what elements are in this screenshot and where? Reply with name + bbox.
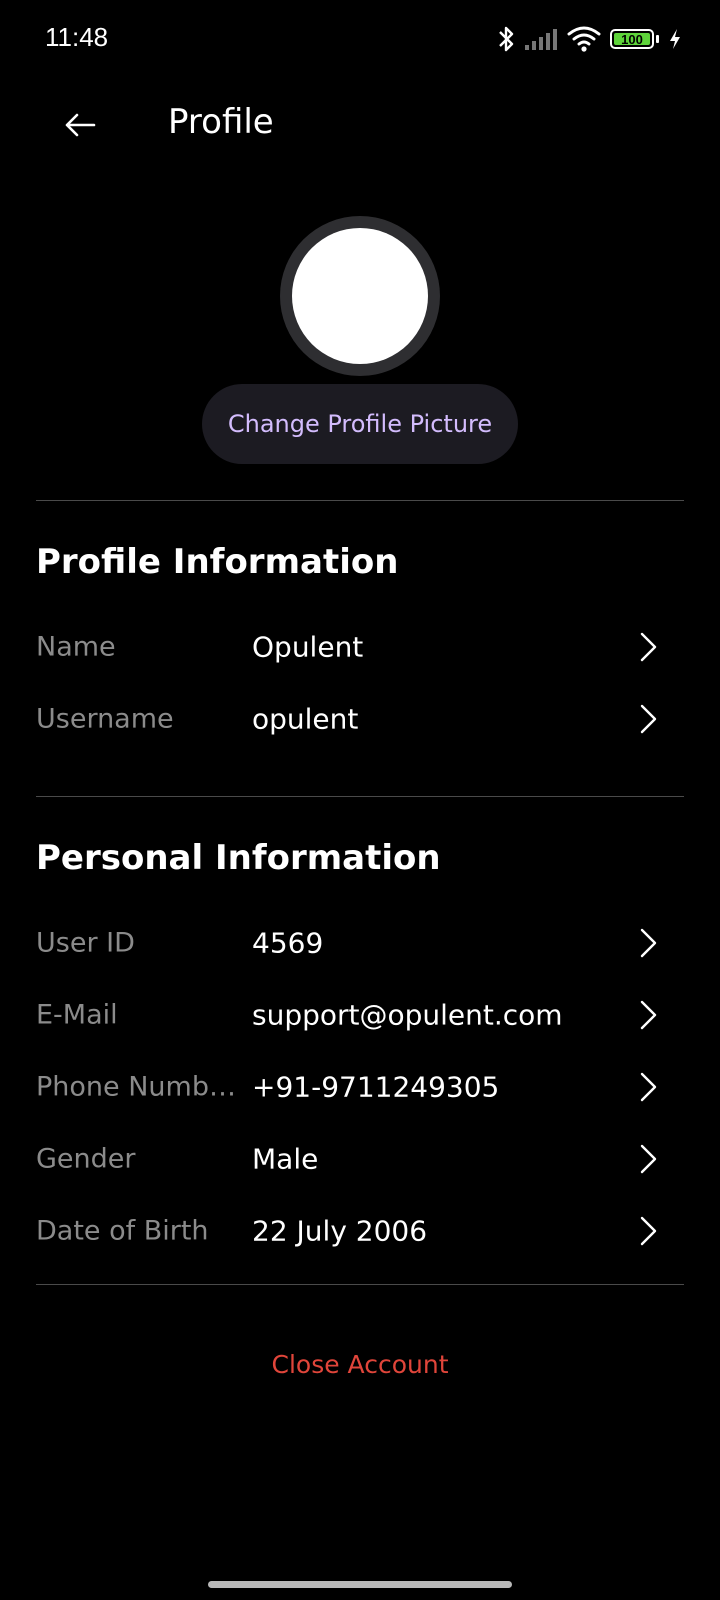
divider: [36, 796, 684, 797]
home-indicator[interactable]: [208, 1581, 512, 1588]
status-icons: 100: [497, 22, 682, 56]
status-time: 11:48: [45, 22, 109, 52]
row-label: Name: [36, 631, 116, 663]
wifi-icon: [567, 26, 601, 52]
row-value: +91-9711249305: [252, 1070, 500, 1104]
row-label: Gender: [36, 1143, 136, 1175]
chevron-right-icon: [640, 1216, 657, 1246]
arrow-left-icon: [65, 113, 96, 137]
row-name[interactable]: Name Opulent: [0, 612, 720, 682]
bluetooth-icon: [499, 26, 514, 52]
app-bar: Profile: [0, 80, 720, 170]
row-username[interactable]: Username opulent: [0, 684, 720, 754]
row-email[interactable]: E-Mail support@opulent.com: [0, 980, 720, 1050]
row-date-of-birth[interactable]: Date of Birth 22 July 2006: [0, 1196, 720, 1266]
charging-icon: [670, 29, 680, 49]
battery-icon: 100: [610, 29, 654, 49]
row-label: E-Mail: [36, 999, 118, 1031]
close-account-button[interactable]: Close Account: [0, 1350, 720, 1379]
battery-level: 100: [621, 31, 643, 47]
chevron-right-icon: [640, 1144, 657, 1174]
avatar-ring: [280, 216, 440, 376]
signal-icon: [525, 29, 557, 50]
row-value: opulent: [252, 702, 359, 736]
chevron-right-icon: [640, 1072, 657, 1102]
profile-screen: 11:48 100 Profile Change Profile Picture…: [0, 0, 720, 1600]
profile-information-title: Profile Information: [36, 542, 399, 582]
status-bar: 11:48 100: [0, 0, 720, 80]
chevron-right-icon: [640, 704, 657, 734]
row-gender[interactable]: Gender Male: [0, 1124, 720, 1194]
row-label: Phone Numb…: [36, 1071, 236, 1103]
page-title: Profile: [168, 102, 274, 142]
chevron-right-icon: [640, 632, 657, 662]
chevron-right-icon: [640, 1000, 657, 1030]
row-label: User ID: [36, 927, 135, 959]
row-value: 4569: [252, 926, 324, 960]
divider: [36, 500, 684, 501]
divider: [36, 1284, 684, 1285]
row-user-id[interactable]: User ID 4569: [0, 908, 720, 978]
battery-cap: [656, 35, 659, 43]
back-button[interactable]: [52, 100, 108, 150]
change-profile-picture-button[interactable]: Change Profile Picture: [202, 384, 518, 464]
avatar[interactable]: [292, 228, 428, 364]
row-label: Date of Birth: [36, 1215, 209, 1247]
personal-information-title: Personal Information: [36, 838, 441, 878]
row-value: 22 July 2006: [252, 1214, 428, 1248]
row-value: support@opulent.com: [252, 998, 563, 1032]
row-value: Male: [252, 1142, 319, 1176]
chevron-right-icon: [640, 928, 657, 958]
row-label: Username: [36, 703, 174, 735]
row-value: Opulent: [252, 630, 364, 664]
row-phone-number[interactable]: Phone Numb… +91-9711249305: [0, 1052, 720, 1122]
